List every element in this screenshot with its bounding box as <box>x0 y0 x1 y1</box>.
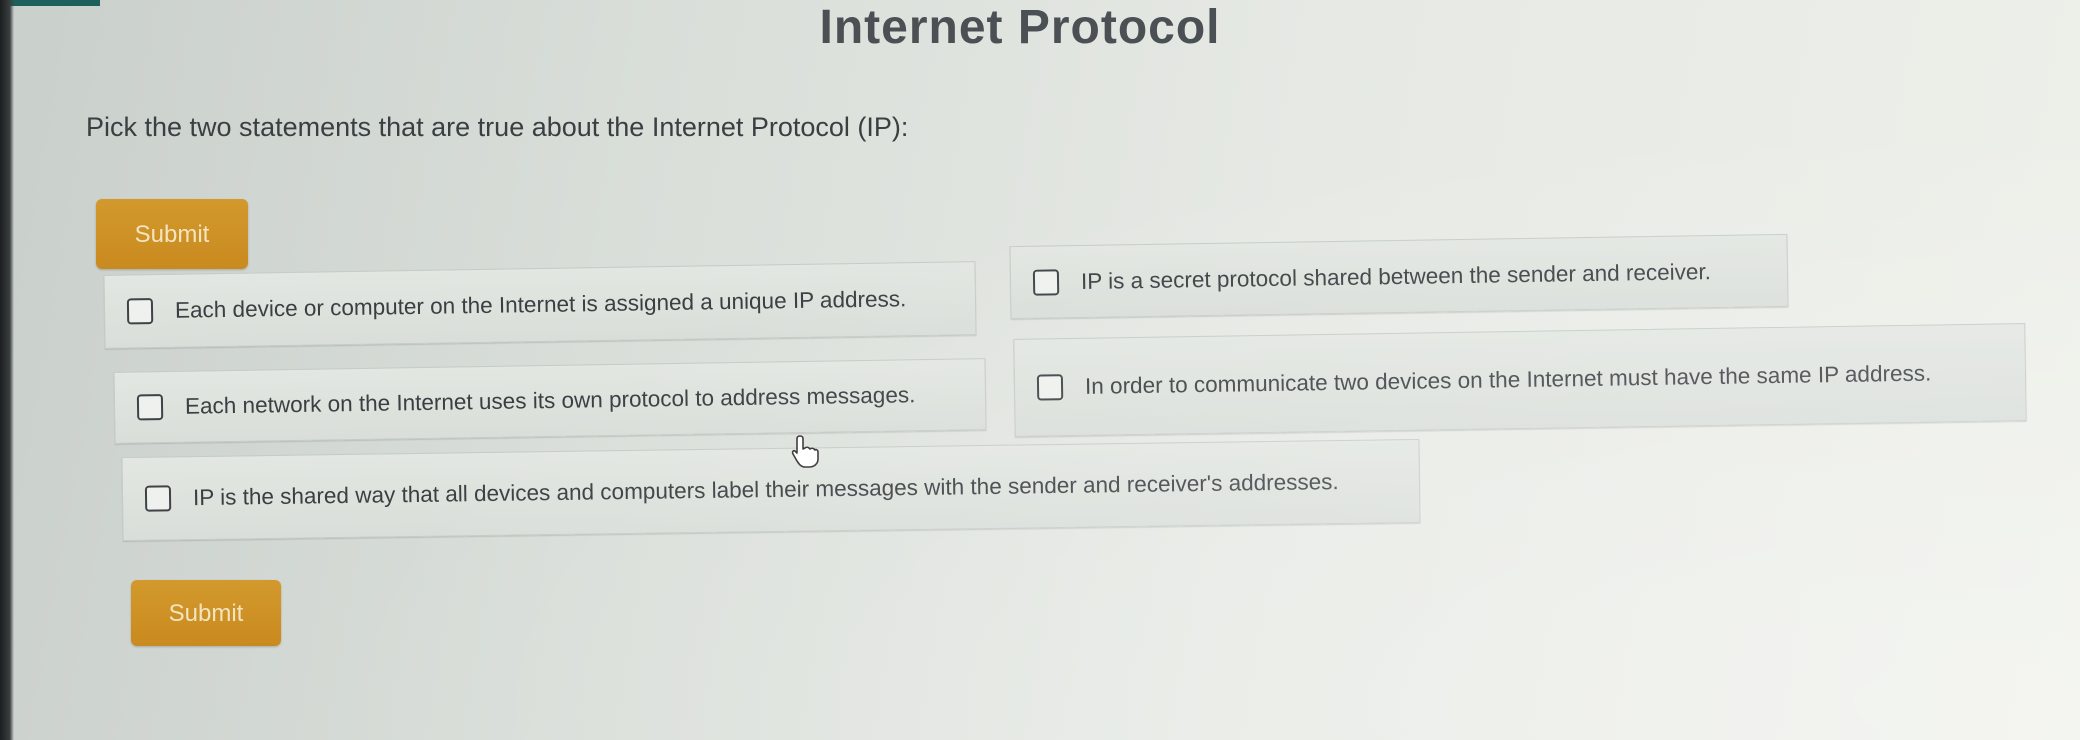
answer-option-label: In order to communicate two devices on t… <box>1084 360 1932 399</box>
submit-button-top[interactable]: Submit <box>96 199 248 269</box>
answer-option-label: IP is the shared way that all devices an… <box>192 469 1339 511</box>
checkbox-icon[interactable] <box>144 485 172 512</box>
answer-option-label: IP is a secret protocol shared between t… <box>1080 258 1712 294</box>
answer-option-4[interactable]: In order to communicate two devices on t… <box>1013 323 2027 437</box>
answer-option-1[interactable]: Each device or computer on the Internet … <box>103 261 977 349</box>
checkbox-icon[interactable] <box>126 298 154 325</box>
answer-option-label: Each device or computer on the Internet … <box>174 286 907 323</box>
submit-button-bottom[interactable]: Submit <box>131 580 281 646</box>
hand-pointer-icon <box>791 435 819 468</box>
checkbox-icon[interactable] <box>136 394 164 421</box>
question-prompt: Pick the two statements that are true ab… <box>86 112 909 142</box>
page-title: Internet Protocol <box>819 1 1221 54</box>
answer-option-5[interactable]: IP is the shared way that all devices an… <box>121 438 1421 542</box>
checkbox-icon[interactable] <box>1032 268 1060 296</box>
screen-bezel <box>0 0 14 740</box>
answer-option-3[interactable]: Each network on the Internet uses its ow… <box>113 358 987 444</box>
answer-option-2[interactable]: IP is a secret protocol shared between t… <box>1009 233 1789 320</box>
answer-option-label: Each network on the Internet uses its ow… <box>184 382 916 419</box>
checkbox-icon[interactable] <box>1036 374 1064 401</box>
